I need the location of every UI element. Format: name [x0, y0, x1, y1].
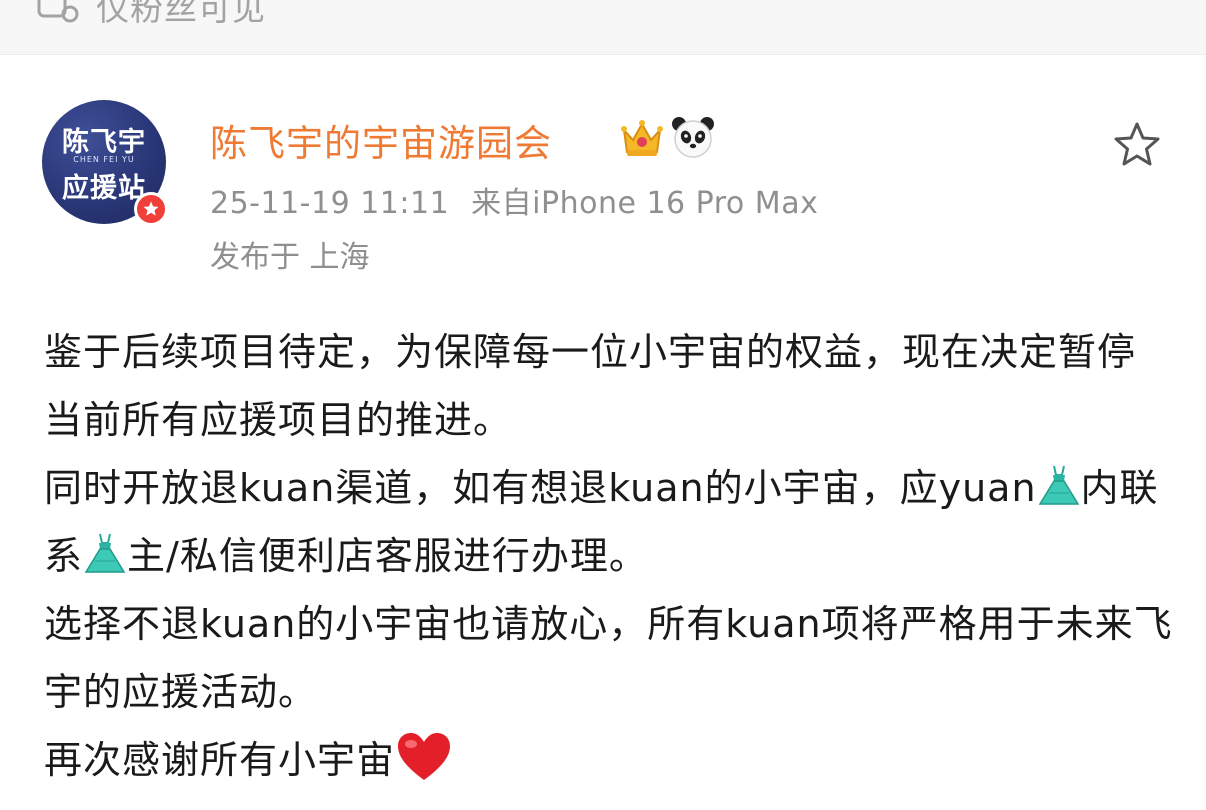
post-paragraph-2: 同时开放退kuan渠道，如有想退kuan的小宇宙，应yuan 内联系 主/私信便…: [44, 454, 1174, 590]
red-heart-icon: [398, 733, 451, 780]
post-body: 鉴于后续项目待定，为保障每一位小宇宙的权益，现在决定暂停当前所有应援项目的推进。…: [44, 318, 1174, 794]
post-meta: 25-11-19 11:11 来自iPhone 16 Pro Max: [210, 178, 818, 222]
avatar-text-top: 陈飞宇: [62, 127, 146, 158]
visibility-label: 仅粉丝可见: [96, 0, 266, 28]
dress-icon: [1038, 465, 1079, 505]
post-text: 再次感谢所有小宇宙: [44, 738, 396, 782]
avatar-text-pinyin: CHEN FEI YU: [73, 155, 135, 164]
post-paragraph-3: 选择不退kuan的小宇宙也请放心，所有kuan项将严格用于未来飞宇的应援活动。: [44, 602, 1173, 714]
panda-icon: [672, 117, 714, 158]
crown-icon: [621, 120, 663, 156]
dress-icon: [84, 533, 126, 573]
post-text: 主/私信便利店客服进行办理。: [127, 534, 648, 578]
vip-star-icon: [134, 192, 168, 226]
post-location: 发布于 上海: [210, 240, 370, 275]
post-paragraph-4: 再次感谢所有小宇宙: [44, 726, 1174, 794]
visibility-bar: 仅粉丝可见: [0, 0, 1206, 55]
lock-people-icon: [37, 0, 79, 23]
star-outline-icon[interactable]: [1112, 120, 1162, 168]
post-text: 同时开放退kuan渠道，如有想退kuan的小宇宙，应yuan: [44, 466, 1037, 510]
post-timestamp: 25-11-19 11:11: [210, 186, 450, 221]
post-source: 来自iPhone 16 Pro Max: [471, 186, 819, 221]
author-name[interactable]: 陈飞宇的宇宙游园会: [210, 113, 552, 167]
post-paragraph-1: 鉴于后续项目待定，为保障每一位小宇宙的权益，现在决定暂停当前所有应援项目的推进。: [44, 330, 1137, 442]
